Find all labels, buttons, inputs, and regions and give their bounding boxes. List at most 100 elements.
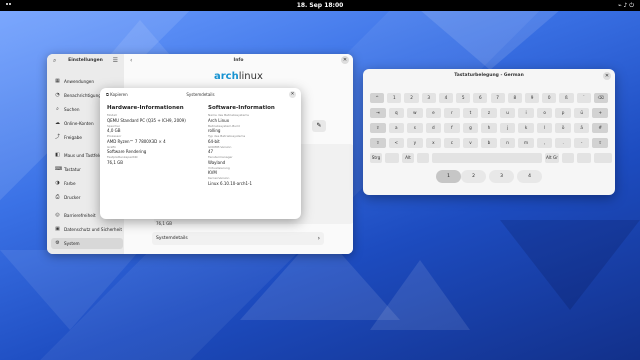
- key-row1-8[interactable]: 8: [507, 93, 522, 103]
- dialog-close-button[interactable]: ✕: [289, 91, 296, 98]
- key-row5-4[interactable]: [432, 153, 542, 163]
- level-1-button[interactable]: 1: [436, 170, 461, 183]
- key-row1-10[interactable]: 0: [542, 93, 557, 103]
- system-details-label: Systemdetails: [156, 236, 188, 241]
- sidebar-item-system[interactable]: ⚙ System: [51, 238, 123, 249]
- sw-kernel: Kernel-Version Linux 6.10.10-arch1-1: [208, 176, 253, 186]
- key-row2-5[interactable]: t: [462, 108, 479, 118]
- key-row3-0[interactable]: ⇪: [370, 123, 386, 133]
- key-row2-12[interactable]: +: [592, 108, 608, 118]
- key-row1-9[interactable]: 9: [524, 93, 540, 103]
- key-row4-1[interactable]: <: [388, 138, 405, 148]
- key-row4-0[interactable]: ⇧: [370, 138, 386, 148]
- level-2-button[interactable]: 2: [461, 170, 486, 183]
- key-row2-10[interactable]: p: [555, 108, 571, 118]
- key-row1-12[interactable]: ´: [576, 93, 591, 103]
- key-row3-10[interactable]: ö: [555, 123, 571, 133]
- key-row4-12[interactable]: ⇧: [592, 138, 608, 148]
- edit-device-name-button[interactable]: ✎: [312, 120, 326, 132]
- key-row3-12[interactable]: #: [592, 123, 608, 133]
- key-row1-13[interactable]: ⌫: [593, 93, 608, 103]
- key-row1-7[interactable]: 7: [490, 93, 505, 103]
- system-details-row[interactable]: Systemdetails ›: [152, 232, 324, 245]
- hw-model: Modell QEMU Standard PC (Q35 + ICH9, 2009…: [107, 113, 186, 123]
- key-row4-4[interactable]: c: [444, 138, 460, 148]
- key-row1-0[interactable]: ^: [370, 93, 385, 103]
- key-row5-3[interactable]: [417, 153, 429, 163]
- key-row3-6[interactable]: h: [481, 123, 497, 133]
- key-row3-8[interactable]: k: [518, 123, 534, 133]
- apps-icon: ▦: [55, 78, 60, 84]
- key-row3-3[interactable]: d: [425, 123, 442, 133]
- key-row5-5[interactable]: Alt Gr: [545, 153, 559, 163]
- key-row1-1[interactable]: 1: [387, 93, 402, 103]
- key-row3-9[interactable]: l: [536, 123, 553, 133]
- key-row2-0[interactable]: ⇥: [370, 108, 386, 118]
- keyboard-close-button[interactable]: ✕: [603, 72, 611, 80]
- key-row2-4[interactable]: r: [444, 108, 460, 118]
- sidebar-item-apps[interactable]: ▦ Anwendungen: [51, 76, 123, 87]
- system-icon: ⚙: [55, 240, 60, 246]
- sidebar-header: ⌕ Einstellungen ☰: [47, 54, 124, 68]
- key-row2-1[interactable]: q: [388, 108, 405, 118]
- menu-icon[interactable]: ☰: [113, 57, 118, 64]
- key-row4-6[interactable]: b: [481, 138, 497, 148]
- dialog-header: ⧉ Kopieren Systemdetails ✕: [100, 88, 301, 102]
- hw-processor: Prozessor AMD Ryzen™ 7 7800X3D × 4: [107, 134, 166, 144]
- level-3-button[interactable]: 3: [489, 170, 514, 183]
- key-row5-1[interactable]: [385, 153, 399, 163]
- system-details-dialog: ⧉ Kopieren Systemdetails ✕ Hardware-Info…: [100, 88, 301, 219]
- printer-icon: ⎙: [55, 194, 60, 200]
- key-row3-7[interactable]: j: [499, 123, 516, 133]
- lock-icon: ▣: [55, 226, 60, 232]
- key-row1-5[interactable]: 5: [456, 93, 471, 103]
- hw-graphics: Grafik Software Rendering: [107, 144, 147, 154]
- close-button[interactable]: ✕: [341, 56, 349, 64]
- distro-logo: archlinux: [214, 71, 263, 82]
- disk-capacity-value: 76,1 GB: [156, 221, 173, 226]
- dialog-title: Systemdetails: [186, 92, 215, 97]
- main-header: ‹ Info ✕: [124, 54, 353, 68]
- key-row2-8[interactable]: i: [518, 108, 534, 118]
- key-row3-1[interactable]: a: [388, 123, 405, 133]
- key-row4-10[interactable]: .: [555, 138, 571, 148]
- key-row4-7[interactable]: n: [499, 138, 516, 148]
- sw-os-type: Typ des Betriebssystems 64-bit: [208, 134, 246, 144]
- key-row5-2[interactable]: Alt: [402, 153, 414, 163]
- clock[interactable]: 18. Sep 18:00: [0, 2, 640, 9]
- key-row1-6[interactable]: 6: [473, 93, 488, 103]
- key-row4-11[interactable]: -: [573, 138, 590, 148]
- level-4-button[interactable]: 4: [517, 170, 542, 183]
- key-row2-11[interactable]: ü: [573, 108, 590, 118]
- key-row3-5[interactable]: g: [462, 123, 479, 133]
- key-row1-4[interactable]: 4: [438, 93, 454, 103]
- key-row2-7[interactable]: u: [499, 108, 516, 118]
- power-icon: ⏻: [629, 2, 634, 9]
- key-row4-3[interactable]: x: [425, 138, 442, 148]
- accessibility-icon: ◎: [55, 212, 60, 218]
- key-row1-2[interactable]: 2: [404, 93, 419, 103]
- software-column: Software-Information Name des Betriebssy…: [208, 105, 298, 188]
- key-row2-3[interactable]: e: [425, 108, 442, 118]
- key-row1-3[interactable]: 3: [421, 93, 436, 103]
- key-row3-4[interactable]: f: [444, 123, 460, 133]
- key-row5-6[interactable]: [562, 153, 574, 163]
- system-menu[interactable]: ⌁ ♪ ⏻: [618, 2, 634, 10]
- key-row4-8[interactable]: m: [518, 138, 534, 148]
- key-row2-6[interactable]: z: [481, 108, 497, 118]
- key-row5-7[interactable]: [577, 153, 591, 163]
- key-row3-11[interactable]: ä: [573, 123, 590, 133]
- keyboard-header: Tastaturbelegung - German ✕: [363, 69, 615, 83]
- key-row4-9[interactable]: ,: [536, 138, 553, 148]
- key-row3-2[interactable]: s: [407, 123, 423, 133]
- keyboard-icon: ⌨: [55, 166, 63, 172]
- key-row4-5[interactable]: v: [462, 138, 479, 148]
- key-row1-11[interactable]: ß: [559, 93, 574, 103]
- key-row5-0[interactable]: Strg: [370, 153, 382, 163]
- key-row2-2[interactable]: w: [407, 108, 423, 118]
- key-row5-8[interactable]: [594, 153, 612, 163]
- sw-os-build: Betriebssystem-Build rolling: [208, 123, 240, 133]
- key-row2-9[interactable]: o: [536, 108, 553, 118]
- sidebar-item-privacy[interactable]: ▣ Datenschutz und Sicherheit: [51, 224, 123, 235]
- key-row4-2[interactable]: y: [407, 138, 423, 148]
